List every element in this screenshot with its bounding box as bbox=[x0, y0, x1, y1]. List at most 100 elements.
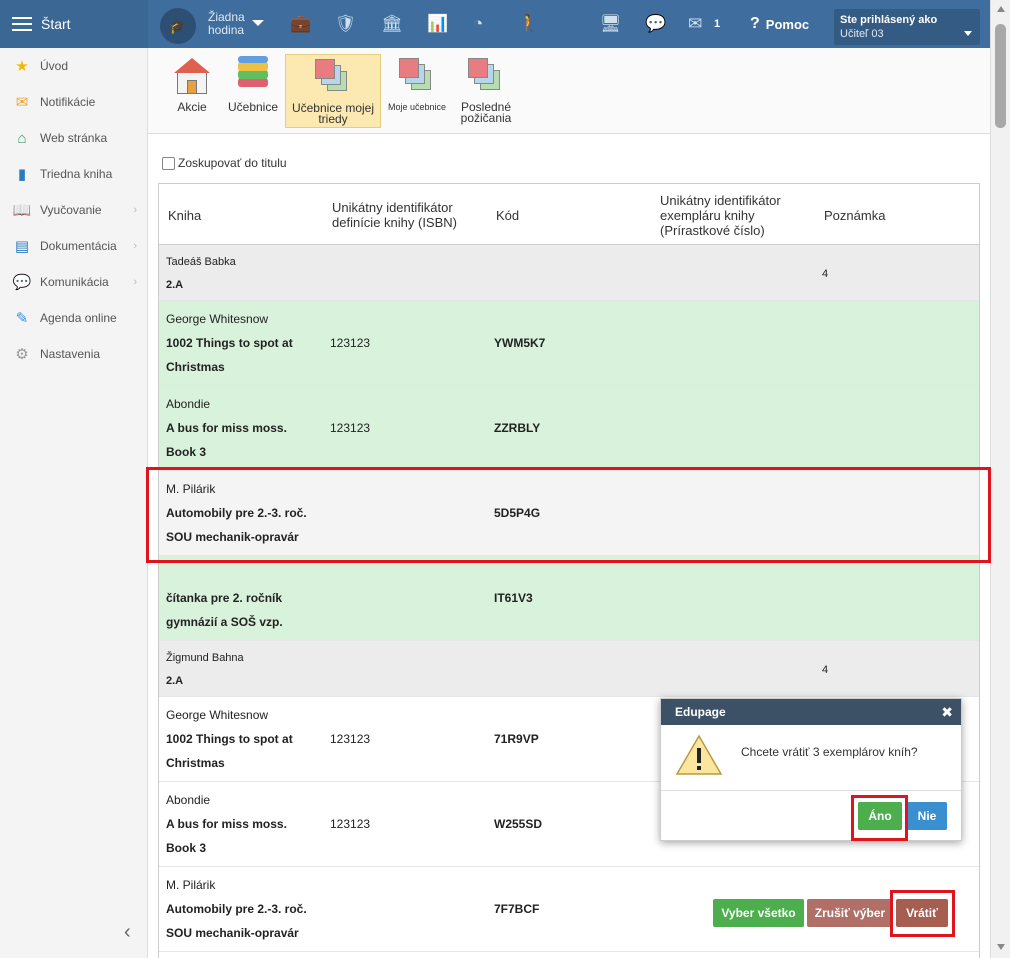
dialog-title: Edupage bbox=[675, 705, 726, 719]
book-isbn: 123123 bbox=[330, 732, 371, 746]
book-title: 1002 Things to spot at bbox=[166, 732, 293, 746]
no-button[interactable]: Nie bbox=[907, 802, 947, 830]
table-header: Kniha Unikátny identifikátor definície k… bbox=[159, 183, 979, 245]
book-isbn: 123123 bbox=[330, 336, 371, 350]
book-title: Automobily pre 2.-3. roč. bbox=[166, 902, 307, 916]
house-icon bbox=[172, 56, 212, 96]
book-title-cont: SOU mechanik-opravár bbox=[166, 926, 299, 940]
sidebar-item-label: Dokumentácia bbox=[40, 239, 117, 253]
table-row[interactable]: Abondie A bus for miss moss. Book 3 123123 Z… bbox=[159, 386, 979, 471]
chevron-down-icon[interactable] bbox=[252, 20, 264, 26]
scrollbar-thumb[interactable] bbox=[995, 24, 1006, 128]
sidebar-item-label: Notifikácie bbox=[40, 95, 96, 109]
header-isbn[interactable]: Unikátny identifikátor definície knihy (… bbox=[332, 200, 457, 230]
confirm-dialog: Edupage ✖ Chcete vrátiť 3 exemplárov kní… bbox=[660, 698, 962, 841]
sidebar-item-3[interactable]: ▮ Triedna kniha bbox=[0, 156, 147, 192]
collapse-sidebar-icon[interactable]: ‹ bbox=[124, 921, 131, 944]
shield-icon[interactable]: 🛡 bbox=[335, 14, 357, 34]
table-row[interactable]: George Whitesnow 1002 Things to spot at Ch… bbox=[159, 301, 979, 386]
header-kniha[interactable]: Kniha bbox=[168, 208, 201, 223]
scroll-up-arrow-icon[interactable] bbox=[997, 6, 1005, 12]
books-squares-icon bbox=[466, 56, 506, 96]
book-author: George Whitesnow bbox=[166, 708, 269, 722]
header-poznamka[interactable]: Poznámka bbox=[824, 208, 885, 223]
sidebar-item-2[interactable]: ⌂ Web stránka bbox=[0, 120, 147, 156]
highlight-frame bbox=[851, 795, 908, 841]
book-title-cont: gymnázií a SOŠ vzp. bbox=[166, 615, 283, 629]
book-title: čítanka pre 2. ročník bbox=[166, 591, 283, 605]
sidebar-item-4[interactable]: 📖 Vyučovanie › bbox=[0, 192, 147, 228]
graduation-cap-icon[interactable]: 🎓 bbox=[160, 8, 196, 44]
chevron-right-icon: › bbox=[133, 276, 137, 288]
chat-bubbles-icon[interactable]: 💬 bbox=[645, 14, 666, 34]
bar-chart-icon[interactable]: 📊 bbox=[427, 14, 448, 34]
group-row[interactable]: Tadeáš Babka 2.A 4 bbox=[159, 245, 979, 301]
top-bar: Štart 🎓 Žiadna hodina 💼 🛡 🏛 📊 ◔ 🚶 🖥 💬 ✉ … bbox=[0, 0, 990, 48]
user-selector[interactable]: Ste prihlásený ako Učiteľ 03 bbox=[834, 9, 980, 45]
sidebar-item-5[interactable]: ▤ Dokumentácia › bbox=[0, 228, 147, 264]
table-row[interactable]: čítanka pre 2. ročník gymnázií a SOŠ vzp.… bbox=[159, 556, 979, 641]
sidebar-item-1[interactable]: ✉ Notifikácie bbox=[0, 84, 147, 120]
book-code: 71R9VP bbox=[494, 732, 539, 746]
walking-people-icon[interactable]: 🚶 bbox=[518, 14, 539, 34]
sidebar-item-6[interactable]: 💬 Komunikácia › bbox=[0, 264, 147, 300]
board-icon[interactable]: 🖥 bbox=[600, 14, 622, 34]
chart-circle-icon[interactable]: ◔ bbox=[473, 14, 483, 34]
group-name: Tadeáš Babka bbox=[166, 256, 236, 268]
sidebar-item-label: Triedna kniha bbox=[40, 167, 113, 181]
briefcase-icon[interactable]: 💼 bbox=[290, 14, 311, 34]
book-title: 1002 Things to spot at bbox=[166, 336, 293, 350]
books-stack-icon bbox=[233, 56, 273, 96]
dialog-header: Edupage ✖ bbox=[661, 699, 961, 725]
checkbox[interactable] bbox=[162, 156, 175, 170]
book-code: 7F7BCF bbox=[494, 902, 540, 916]
home-icon: ⌂ bbox=[17, 129, 27, 147]
envelope-icon: ✉ bbox=[15, 94, 29, 111]
start-menu-button[interactable]: Štart bbox=[0, 0, 148, 48]
group-row[interactable]: Žigmund Bahna 2.A 4 bbox=[159, 641, 979, 697]
scroll-down-arrow-icon[interactable] bbox=[997, 944, 1005, 950]
posledne-pozicania-button[interactable]: Posledné požičania bbox=[456, 54, 516, 128]
book-code: YWM5K7 bbox=[494, 336, 546, 350]
book-code: ZZRBLY bbox=[494, 421, 541, 435]
book-title-cont: Christmas bbox=[166, 756, 225, 770]
sidebar-item-7[interactable]: ✎ Agenda online bbox=[0, 300, 147, 336]
mail-icon[interactable]: ✉ bbox=[688, 14, 702, 34]
ucebnice-button[interactable]: Učebnice bbox=[224, 54, 282, 128]
sidebar-item-label: Web stránka bbox=[40, 131, 108, 145]
select-all-button[interactable]: Vyber všetko bbox=[713, 899, 804, 927]
header-exemplar[interactable]: Unikátny identifikátor exempláru knihy (… bbox=[660, 193, 781, 238]
group-by-title-checkbox[interactable]: Zoskupovať do titulu bbox=[162, 156, 287, 170]
book-author: M. Pilárik bbox=[166, 878, 216, 892]
book-author: George Whitesnow bbox=[166, 312, 269, 326]
vertical-scrollbar[interactable] bbox=[990, 0, 1010, 958]
highlight-frame bbox=[146, 467, 991, 563]
akcie-button[interactable]: Akcie bbox=[170, 54, 214, 128]
help-button[interactable]: ? Pomoc bbox=[750, 15, 809, 33]
lesson-selector[interactable]: Žiadna hodina bbox=[208, 11, 245, 37]
moje-ucebnice-button[interactable]: Moje učebnice bbox=[386, 54, 448, 128]
book-author: Abondie bbox=[166, 793, 211, 807]
dialog-message: Chcete vrátiť 3 exemplárov kníh? bbox=[741, 745, 918, 759]
building-icon[interactable]: 🏛 bbox=[381, 14, 403, 34]
highlight-frame bbox=[890, 890, 955, 937]
dialog-body: Chcete vrátiť 3 exemplárov kníh? bbox=[661, 725, 961, 791]
books-squares-icon bbox=[397, 56, 437, 96]
group-name: Žigmund Bahna bbox=[166, 652, 244, 664]
ucebnice-mojej-triedy-button[interactable]: Učebnice mojej triedy bbox=[285, 54, 381, 128]
book-title: A bus for miss moss. bbox=[166, 421, 287, 435]
chevron-right-icon: › bbox=[133, 204, 137, 216]
warning-icon bbox=[675, 734, 723, 775]
close-icon[interactable]: ✖ bbox=[941, 704, 953, 721]
sidebar-item-label: Agenda online bbox=[40, 311, 117, 325]
sidebar: ★ Úvod ✉ Notifikácie ⌂ Web stránka ▮ Triedna kn… bbox=[0, 48, 148, 958]
sidebar-item-8[interactable]: ⚙ Nastavenia bbox=[0, 336, 147, 372]
hamburger-icon bbox=[12, 17, 32, 31]
sidebar-item-label: Komunikácia bbox=[40, 275, 109, 289]
sidebar-item-label: Úvod bbox=[40, 59, 69, 73]
cancel-selection-button[interactable]: Zrušiť výber bbox=[807, 899, 893, 927]
header-kod[interactable]: Kód bbox=[496, 208, 519, 223]
sidebar-item-0[interactable]: ★ Úvod bbox=[0, 48, 147, 84]
message-count: 1 bbox=[714, 18, 721, 30]
toolbar: Akcie Učebnice Učebnice mojej triedy Moj… bbox=[148, 48, 990, 134]
